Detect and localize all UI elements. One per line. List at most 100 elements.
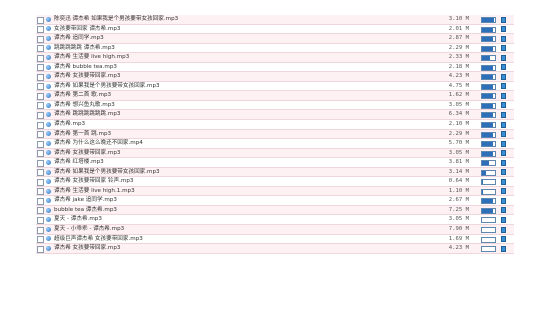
download-icon[interactable] (501, 226, 506, 233)
file-name[interactable]: 谭杰希 第一首 跳.mp3 (54, 130, 111, 139)
file-row[interactable]: 夏天 - 谭杰希.mp3 3.05 M (36, 215, 514, 226)
file-name[interactable]: 谭杰希 第二首 歌.mp3 (54, 91, 111, 100)
download-icon[interactable] (501, 54, 506, 61)
file-row[interactable]: 谭杰希 为什么这么晚还不回家.mp4 5.70 M (36, 139, 514, 149)
row-checkbox[interactable] (37, 216, 44, 224)
file-name[interactable]: 谭杰希 想兴鱼丸歌.mp3 (54, 101, 115, 110)
download-icon[interactable] (501, 150, 506, 157)
download-icon[interactable] (501, 197, 506, 204)
download-icon[interactable] (501, 35, 506, 42)
file-row[interactable]: 谭杰希 跳跳跳跳跳跳.mp3 6.34 M (36, 110, 514, 121)
row-checkbox[interactable] (37, 150, 44, 158)
row-checkbox[interactable] (37, 236, 44, 244)
file-row[interactable]: 谭杰希 生活要 live high.mp3 2.33 M (36, 53, 514, 63)
download-icon[interactable] (501, 131, 506, 138)
row-checkbox[interactable] (37, 197, 44, 205)
file-row[interactable]: 谭杰希 生活要 live high.1.mp3 1.10 M (36, 186, 514, 197)
download-icon[interactable] (501, 92, 506, 99)
file-name[interactable]: 谭杰希 女孩要带回家.mp3 (54, 72, 120, 81)
file-name[interactable]: 谭杰希 女孩要带回家.mp3 (54, 149, 120, 158)
download-icon[interactable] (501, 26, 506, 33)
download-icon[interactable] (501, 16, 506, 23)
file-name[interactable]: 超级巨声谭杰希 女孩要带回家.mp3 (54, 235, 143, 244)
row-checkbox[interactable] (37, 131, 44, 139)
download-icon[interactable] (501, 73, 506, 80)
file-name[interactable]: 夏天 - 谭杰希.mp3 (54, 215, 102, 224)
download-icon[interactable] (501, 102, 506, 109)
file-row[interactable]: 女孩要带回家 谭杰希.mp3 2.01 M (36, 24, 514, 35)
file-row[interactable]: 谭杰希 女孩要带回家.mp3 4.23 M (36, 72, 514, 82)
file-name[interactable]: 跳跳跳跳跳 谭杰希.mp3 (54, 44, 115, 53)
file-name[interactable]: 谭杰希 跳跳跳跳跳跳.mp3 (54, 110, 120, 119)
row-checkbox[interactable] (37, 226, 44, 234)
file-row[interactable]: 谭杰希 第一首 跳.mp3 2.29 M (36, 129, 514, 140)
file-row[interactable]: 陈奕迅 谭杰希 如果我是个男孩要带女孩回家.mp3 3.10 M (36, 15, 514, 25)
row-checkbox[interactable] (37, 245, 44, 253)
download-icon[interactable] (501, 45, 506, 52)
file-name[interactable]: 谭杰希 jake 追同学.mp3 (54, 196, 117, 205)
download-icon[interactable] (501, 121, 506, 128)
file-row[interactable]: 谭杰希 如果我是个男孩要带女孩回家.mp3 3.14 M (36, 167, 514, 178)
file-name[interactable]: 谭杰希 为什么这么晚还不回家.mp4 (54, 139, 143, 148)
file-name[interactable]: 谭杰希 女孩要带回家 铃声.mp3 (54, 177, 133, 186)
file-name[interactable]: 谭杰希 如果我是个男孩要带女孩回家.mp3 (54, 168, 160, 177)
file-row[interactable]: 超级巨声谭杰希 女孩要带回家.mp3 1.69 M (36, 234, 514, 245)
file-row[interactable]: 谭杰希 想兴鱼丸歌.mp3 3.05 M (36, 100, 514, 111)
row-checkbox[interactable] (37, 178, 44, 186)
file-row[interactable]: 跳跳跳跳跳 谭杰希.mp3 2.29 M (36, 43, 514, 54)
file-row[interactable]: 谭杰希 jake 追同学.mp3 2.67 M (36, 196, 514, 206)
file-name[interactable]: 谭杰希 生活要 live high.1.mp3 (54, 187, 135, 196)
row-checkbox[interactable] (37, 73, 44, 81)
row-checkbox[interactable] (37, 16, 44, 24)
row-checkbox[interactable] (37, 121, 44, 129)
row-checkbox[interactable] (37, 111, 44, 119)
download-icon[interactable] (501, 83, 506, 90)
file-name[interactable]: 陈奕迅 谭杰希 如果我是个男孩要带女孩回家.mp3 (54, 15, 178, 24)
file-name[interactable]: 谭杰希 如果我是个男孩要带女孩回家.mp3 (54, 82, 160, 91)
file-row[interactable]: 谭杰希 追同学.mp3 2.87 M (36, 34, 514, 44)
file-name[interactable]: 夏天 - 小乖乖 - 谭杰希.mp3 (54, 225, 124, 234)
row-checkbox[interactable] (37, 140, 44, 148)
download-icon[interactable] (501, 188, 506, 195)
row-checkbox[interactable] (37, 92, 44, 100)
file-row[interactable]: 谭杰希 bubble tea.mp3 2.18 M (36, 62, 514, 73)
file-row[interactable]: 夏天 - 小乖乖 - 谭杰希.mp3 7.90 M (36, 225, 514, 235)
file-name[interactable]: 谭杰希.mp3 (54, 120, 85, 129)
file-row[interactable]: bubble tea 谭杰希.mp3 7.25 M (36, 205, 514, 216)
download-icon[interactable] (501, 169, 506, 176)
row-checkbox[interactable] (37, 102, 44, 110)
download-icon[interactable] (501, 140, 506, 147)
file-row[interactable]: 谭杰希.mp3 2.10 M (36, 120, 514, 130)
file-row[interactable]: 谭杰希 女孩要带回家.mp3 4.23 M (36, 244, 514, 254)
row-checkbox[interactable] (37, 188, 44, 196)
download-icon[interactable] (501, 159, 506, 166)
download-icon[interactable] (501, 178, 506, 185)
download-icon[interactable] (501, 236, 506, 243)
row-checkbox[interactable] (37, 64, 44, 72)
file-row[interactable]: 谭杰希 女孩要带回家.mp3 3.05 M (36, 148, 514, 159)
file-row[interactable]: 谭杰希 第二首 歌.mp3 1.62 M (36, 91, 514, 101)
row-checkbox[interactable] (37, 159, 44, 167)
file-row[interactable]: 谭杰希 女孩要带回家 铃声.mp3 0.64 M (36, 177, 514, 187)
row-checkbox[interactable] (37, 54, 44, 62)
row-checkbox[interactable] (37, 45, 44, 53)
file-row[interactable]: 谭杰希 红塔楼.mp3 3.81 M (36, 158, 514, 168)
row-checkbox[interactable] (37, 26, 44, 34)
download-icon[interactable] (501, 245, 506, 252)
row-checkbox[interactable] (37, 35, 44, 43)
file-name[interactable]: 谭杰希 bubble tea.mp3 (54, 63, 117, 72)
download-icon[interactable] (501, 216, 506, 223)
file-name[interactable]: 女孩要带回家 谭杰希.mp3 (54, 25, 120, 34)
download-icon[interactable] (501, 64, 506, 71)
row-checkbox[interactable] (37, 207, 44, 215)
row-checkbox[interactable] (37, 83, 44, 91)
file-name[interactable]: bubble tea 谭杰希.mp3 (54, 206, 117, 215)
row-checkbox[interactable] (37, 169, 44, 177)
file-name[interactable]: 谭杰希 生活要 live high.mp3 (54, 53, 129, 62)
download-icon[interactable] (501, 111, 506, 118)
file-name[interactable]: 谭杰希 女孩要带回家.mp3 (54, 244, 120, 253)
download-icon[interactable] (501, 207, 506, 214)
file-row[interactable]: 谭杰希 如果我是个男孩要带女孩回家.mp3 4.75 M (36, 81, 514, 92)
file-name[interactable]: 谭杰希 红塔楼.mp3 (54, 158, 104, 167)
file-name[interactable]: 谭杰希 追同学.mp3 (54, 34, 104, 43)
